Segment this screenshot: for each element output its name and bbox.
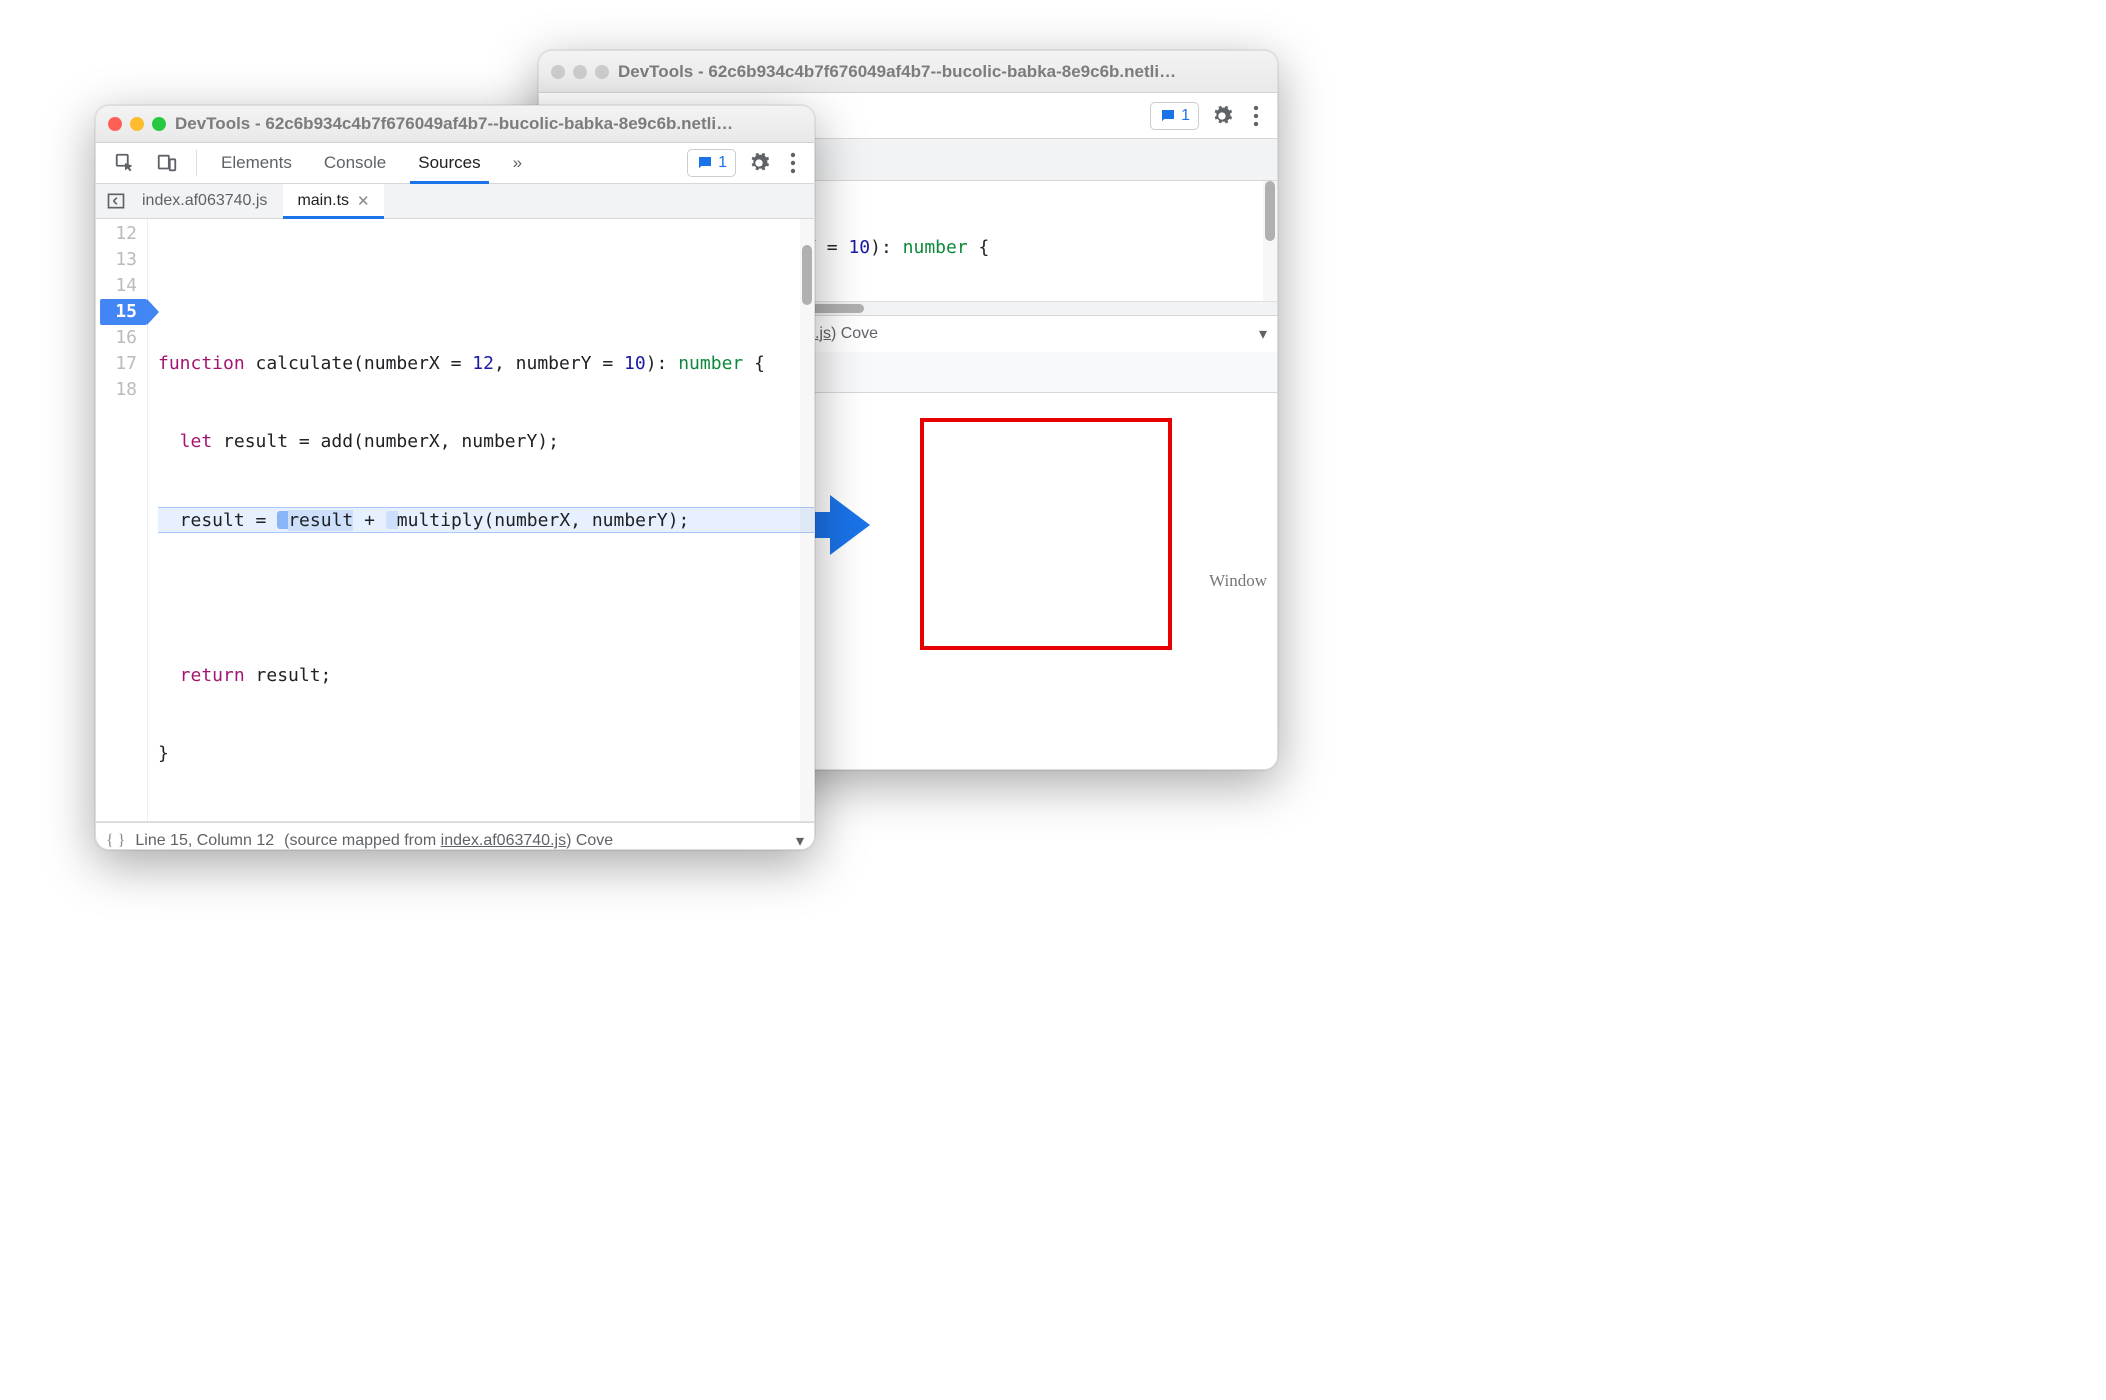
tab-console[interactable]: Console xyxy=(310,143,400,183)
toolbar: Elements Console Sources » 1 xyxy=(96,143,814,184)
filetab-main-label: main.ts xyxy=(297,192,349,210)
minimize-dot[interactable] xyxy=(573,65,587,79)
devtools-window-left: DevTools - 62c6b934c4b7f676049af4b7--buc… xyxy=(95,105,815,850)
inspect-icon[interactable] xyxy=(106,146,144,180)
highlight-box xyxy=(920,418,1172,650)
chat-icon xyxy=(696,154,714,172)
scrollbar-vertical[interactable] xyxy=(800,219,814,821)
navigator-icon[interactable] xyxy=(106,191,126,211)
settings-icon[interactable] xyxy=(740,146,778,180)
titlebar: DevTools - 62c6b934c4b7f676049af4b7--buc… xyxy=(539,51,1277,93)
close-dot[interactable] xyxy=(551,65,565,79)
braces-icon[interactable]: { } xyxy=(106,832,125,850)
minimize-dot[interactable] xyxy=(130,117,144,131)
tab-elements[interactable]: Elements xyxy=(207,143,306,183)
coverage-icon[interactable]: ▾ xyxy=(796,831,804,850)
tab-more[interactable]: » xyxy=(499,143,536,183)
cursor-position: Line 15, Column 12 xyxy=(135,832,274,850)
gutter[interactable]: 121314 15 161718 xyxy=(96,219,148,821)
traffic-lights xyxy=(108,117,166,131)
tab-sources[interactable]: Sources xyxy=(404,143,494,183)
kebab-icon[interactable] xyxy=(782,146,804,180)
settings-icon[interactable] xyxy=(1203,99,1241,133)
device-icon[interactable] xyxy=(148,146,186,180)
kebab-icon[interactable] xyxy=(1245,99,1267,133)
chat-icon xyxy=(1159,107,1177,125)
scrollbar-vertical[interactable] xyxy=(1263,181,1277,301)
issues-count: 1 xyxy=(718,154,727,172)
close-dot[interactable] xyxy=(108,117,122,131)
issues-badge[interactable]: 1 xyxy=(687,149,736,177)
maximize-dot[interactable] xyxy=(595,65,609,79)
window-title: DevTools - 62c6b934c4b7f676049af4b7--buc… xyxy=(618,62,1176,82)
coverage-icon[interactable]: ▾ xyxy=(1259,324,1267,344)
sourcemap-text: (source mapped from index.af063740.js) C… xyxy=(284,832,613,850)
window-title: DevTools - 62c6b934c4b7f676049af4b7--buc… xyxy=(175,114,733,134)
close-icon[interactable]: ✕ xyxy=(357,192,370,210)
breakpoint-marker[interactable]: 15 xyxy=(100,299,147,325)
global-value: Window xyxy=(1209,571,1267,591)
code-area[interactable]: 121314 15 161718 function calculate(numb… xyxy=(96,219,814,821)
filetab-main[interactable]: main.ts ✕ xyxy=(283,184,383,218)
issues-badge[interactable]: 1 xyxy=(1150,102,1199,130)
statusbar: { } Line 15, Column 12 (source mapped fr… xyxy=(96,822,814,850)
filetab-index[interactable]: index.af063740.js xyxy=(128,184,281,218)
filetabs: index.af063740.js main.ts ✕ xyxy=(96,184,814,219)
scrollbar-horizontal[interactable] xyxy=(96,821,814,822)
titlebar: DevTools - 62c6b934c4b7f676049af4b7--buc… xyxy=(96,106,814,143)
sourcemap-link[interactable]: index.af063740.js xyxy=(441,832,566,849)
issues-count: 1 xyxy=(1181,107,1190,125)
maximize-dot[interactable] xyxy=(152,117,166,131)
traffic-lights xyxy=(551,65,609,79)
